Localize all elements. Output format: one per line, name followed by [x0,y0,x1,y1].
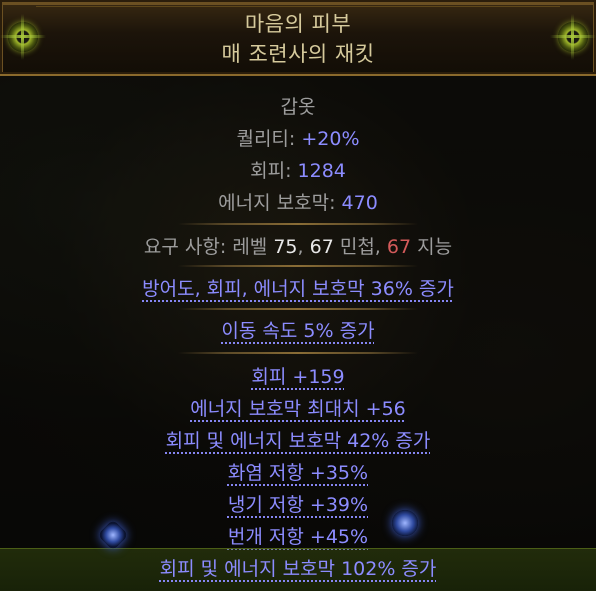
property-energy-shield: 에너지 보호막: 470 [0,188,596,215]
item-base-type: 매 조련사의 재킷 [221,42,375,66]
requirements-prefix: 요구 사항: [143,236,233,258]
item-class: 갑옷 [280,96,316,118]
header-border-top [36,6,560,7]
separator [178,352,418,354]
explicit-mod-text: 회피 및 에너지 보호막 42% 증가 [165,430,431,452]
requirements-separator: , [374,236,387,258]
property-value: 470 [341,192,378,214]
separator [178,308,418,310]
explicit-mod: 회피 및 에너지 보호막 42% 증가 [0,426,596,453]
explicit-mod: 회피 및 에너지 보호막 102% 증가 [0,554,596,581]
dex-label: 민첩 [333,236,375,258]
dex-value: 67 [309,236,334,258]
requirements-separator: , [297,236,310,258]
level-value: 75 [267,236,298,258]
explicit-mod: 화염 저항 +35% [0,458,596,485]
property-label: 회피: [250,160,298,182]
enchant-mod-text: 이동 속도 5% 증가 [221,320,375,342]
explicit-mod-text: 회피 +159 [251,366,345,388]
int-value: 67 [386,236,412,258]
item-tooltip: 마음의 피부 매 조련사의 재킷 갑옷 퀄리티: +20% 회피: 1284 에… [0,0,596,591]
separator [178,223,418,225]
tooltip-header: 마음의 피부 매 조련사의 재킷 [0,0,596,76]
explicit-mod-text: 번개 저항 +45% [227,526,369,548]
implicit-mod: 방어도, 회피, 에너지 보호막 36% 증가 [0,274,596,301]
enchant-mod: 이동 속도 5% 증가 [0,316,596,343]
property-value: +20% [301,128,360,150]
explicit-mod-text: 냉기 저항 +39% [227,494,369,516]
explicit-mod-text: 화염 저항 +35% [227,462,369,484]
implicit-mod-text: 방어도, 회피, 에너지 보호막 36% 증가 [142,278,454,300]
property-label: 에너지 보호막: [218,192,342,214]
rune-socket-icon [392,510,418,536]
explicit-mod: 냉기 저항 +39% [0,490,596,517]
property-value: 1284 [297,160,346,182]
property-evasion: 회피: 1284 [0,156,596,183]
property-quality: 퀄리티: +20% [0,124,596,151]
explicit-mod: 번개 저항 +45% [0,522,596,549]
separator [178,265,418,267]
item-name: 마음의 피부 [244,12,352,36]
level-label: 레벨 [232,236,268,258]
explicit-mod-text: 에너지 보호막 최대치 +56 [190,398,406,420]
explicit-mod: 에너지 보호막 최대치 +56 [0,394,596,421]
property-label: 퀄리티: [236,128,302,150]
explicit-mod-text: 회피 및 에너지 보호막 102% 증가 [159,558,437,580]
requirements-line: 요구 사항: 레벨 75, 67 민첩, 67 지능 [0,232,596,259]
int-label: 지능 [411,236,453,258]
explicit-mod: 회피 +159 [0,362,596,389]
